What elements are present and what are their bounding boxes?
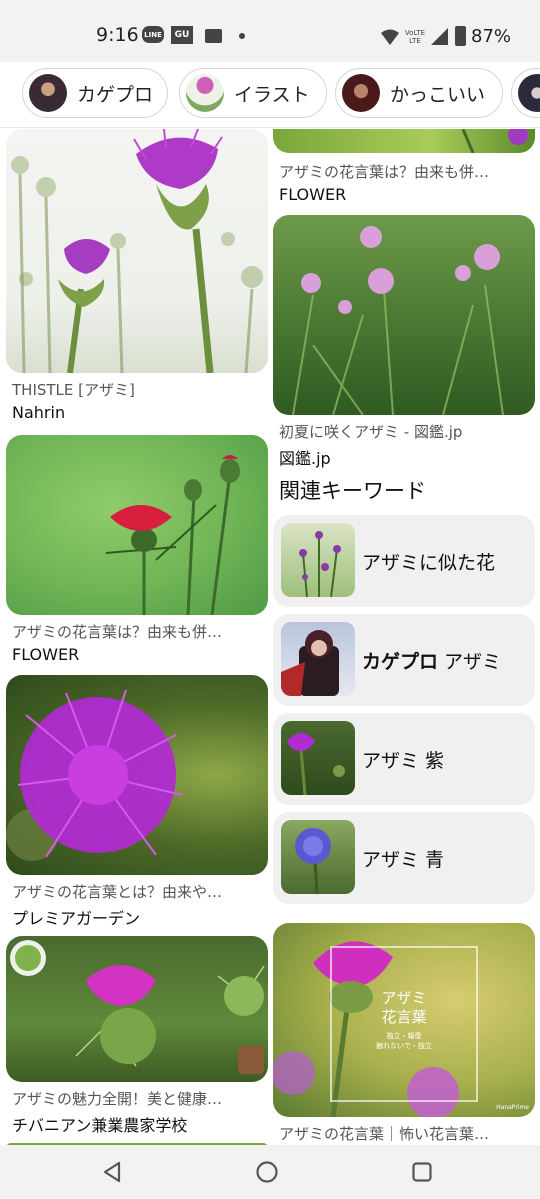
pin-source: プレミアガーデン — [12, 909, 141, 928]
pin-caption: アザミの花言葉は？由来も併… — [279, 163, 490, 181]
recents-icon[interactable] — [410, 1160, 434, 1184]
pin-card[interactable]: アザミの花言葉とは？由来や… プレミアガーデン — [6, 675, 268, 928]
system-nav-bar — [0, 1145, 540, 1199]
overlay-title: アザミ 花言葉 — [381, 989, 427, 1026]
chip-illust[interactable]: イラスト — [179, 68, 327, 118]
pin-caption: 初夏に咲くアザミ - 図鑑.jp — [279, 423, 463, 441]
pin-image[interactable]: アザミ 花言葉 独立・報復 触れないで・独立 HanaPrime — [273, 923, 535, 1117]
thistle-image — [292, 226, 504, 415]
chip-label: イラスト — [234, 83, 310, 106]
pin-source: FLOWER — [279, 185, 347, 204]
pin-image[interactable] — [6, 936, 268, 1082]
pin-caption: THISTLE [アザミ] — [12, 381, 135, 399]
overlay-subtitle: 独立・報復 触れないで・独立 — [376, 1032, 432, 1050]
pin-source: チバニアン兼業農家学校 — [12, 1116, 188, 1135]
related-keyword-kagepro-thistle[interactable]: カゲプロ アザミ — [273, 614, 535, 706]
battery-percent: 87% — [471, 26, 512, 47]
chip-thumb — [186, 74, 224, 112]
related-keyword-label: カゲプロ アザミ — [362, 651, 502, 673]
thistle-image — [11, 129, 263, 373]
related-keyword-thumb — [281, 523, 355, 597]
line-icon: LINE — [142, 26, 164, 43]
gu-icon: GU — [171, 26, 193, 44]
wifi-icon — [380, 27, 400, 47]
pin-source: FLOWER — [12, 645, 80, 664]
back-icon[interactable] — [100, 1160, 124, 1184]
pin-image[interactable] — [6, 129, 268, 373]
pin-image[interactable] — [6, 435, 268, 615]
status-bar: 9:16 LINE GU VoLTE LTE 87% — [0, 0, 540, 62]
related-keyword-thumb — [281, 820, 355, 894]
volte-bottom-label: LTE — [409, 37, 421, 45]
pin-image[interactable] — [273, 129, 535, 153]
home-icon[interactable] — [255, 1160, 279, 1184]
related-keyword-label: アザミ 青 — [362, 849, 445, 871]
thistle-image — [10, 940, 265, 1074]
chip-kagepro[interactable]: カゲプロ — [22, 68, 168, 118]
chip-label: カゲプロ — [77, 83, 154, 106]
pin-caption: アザミの花言葉｜怖い花言葉… — [279, 1125, 490, 1143]
related-keyword-thumb — [281, 622, 355, 696]
chip-partial[interactable] — [511, 68, 540, 118]
pin-caption: アザミの花言葉は？由来も併… — [12, 623, 223, 641]
tv-icon — [205, 29, 222, 43]
pin-caption: アザミの魅力全開！美と健康… — [12, 1090, 223, 1108]
pin-source: Nahrin — [12, 403, 66, 422]
pin-card[interactable]: アザミの魅力全開！美と健康… チバニアン兼業農家学校 — [6, 936, 268, 1142]
related-keywords-title: 関連キーワード — [279, 479, 426, 503]
notification-dot-icon — [239, 33, 245, 39]
pin-image[interactable] — [273, 215, 535, 415]
related-keyword-label: アザミ 紫 — [362, 750, 445, 772]
battery-icon — [455, 26, 466, 46]
status-time: 9:16 — [96, 24, 139, 46]
pin-card[interactable]: 初夏に咲くアザミ - 図鑑.jp 図鑑.jp — [273, 215, 535, 468]
related-keyword-thistle-blue[interactable]: アザミ 青 — [273, 812, 535, 904]
related-keyword-label: アザミに似た花 — [362, 552, 496, 574]
overlay-brand: HanaPrime — [496, 1104, 529, 1111]
pin-image[interactable] — [6, 675, 268, 875]
pin-card[interactable]: アザミ 花言葉 独立・報復 触れないで・独立 HanaPrime アザミの花言葉… — [273, 923, 535, 1145]
pin-source: 図鑑.jp — [279, 449, 331, 468]
chip-thumb — [29, 74, 67, 112]
chip-thumb — [342, 74, 380, 112]
thistle-image — [461, 129, 528, 153]
pin-card[interactable]: アザミの花言葉は？由来も併… FLOWER — [273, 129, 535, 209]
chip-cool[interactable]: かっこいい — [335, 68, 503, 118]
chip-thumb — [518, 74, 540, 112]
volte-top-label: VoLTE — [404, 29, 426, 37]
thistle-image — [105, 455, 240, 615]
chip-label: かっこいい — [390, 83, 486, 106]
related-keyword-similar-flowers[interactable]: アザミに似た花 — [273, 515, 535, 607]
thistle-image — [6, 689, 183, 861]
pin-card[interactable]: THISTLE [アザミ] Nahrin — [6, 129, 268, 429]
related-keyword-thumb — [281, 721, 355, 795]
volte-icon: VoLTE LTE — [405, 27, 425, 47]
image-feed: THISTLE [アザミ] Nahrin アザミの花言葉は？由来も併… FLOW… — [0, 129, 540, 1145]
pin-caption: アザミの花言葉とは？由来や… — [12, 883, 223, 901]
search-suggestion-chips: カゲプロ イラスト かっこいい — [0, 62, 540, 128]
pin-card[interactable]: アザミの花言葉は？由来も併… FLOWER — [6, 435, 268, 671]
related-keyword-thistle-purple[interactable]: アザミ 紫 — [273, 713, 535, 805]
signal-icon — [430, 27, 449, 46]
